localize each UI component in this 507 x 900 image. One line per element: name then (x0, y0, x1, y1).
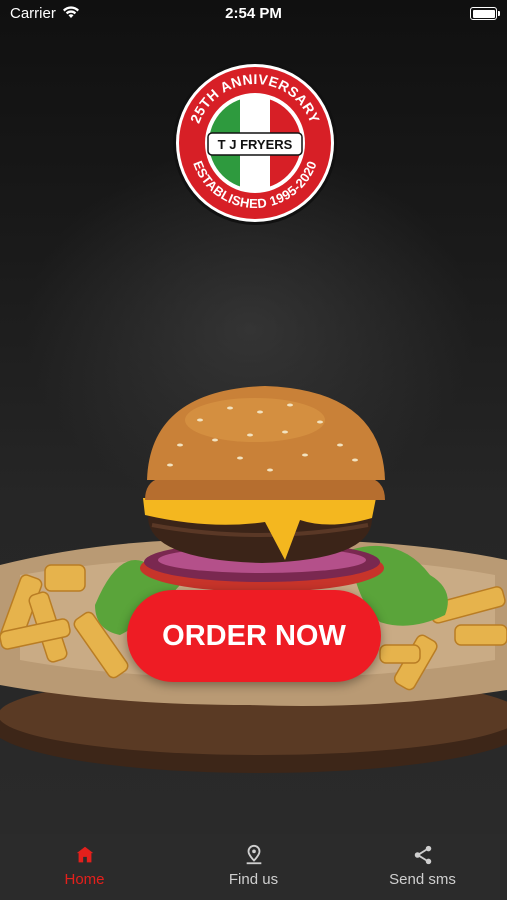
share-icon (414, 845, 431, 865)
tj-fryers-logo: T J FRYERS 25TH ANNIVERSARY ESTABLISHED … (173, 61, 337, 225)
bottom-tab-bar: Home Find us Send sms (0, 834, 507, 900)
tab-find-us[interactable]: Find us (169, 834, 338, 900)
order-now-button[interactable]: ORDER NOW (127, 590, 381, 682)
map-pin-icon (246, 844, 261, 865)
tab-find-us-label: Find us (228, 871, 279, 888)
clock: 2:54 PM (225, 5, 282, 22)
home-icon (76, 846, 93, 863)
battery-icon (470, 7, 500, 20)
burger-photo (0, 386, 507, 773)
tab-home[interactable]: Home (0, 834, 169, 900)
tab-send-sms[interactable]: Send sms (338, 834, 507, 900)
tab-send-sms-label: Send sms (389, 871, 456, 888)
logo-center-text: T J FRYERS (218, 137, 293, 152)
tab-home-label: Home (64, 871, 105, 888)
status-bar: Carrier 2:54 PM (0, 0, 507, 28)
background-photo: Carrier 2:54 PM T J FRYERS 25TH ANNIVERS… (0, 0, 507, 834)
